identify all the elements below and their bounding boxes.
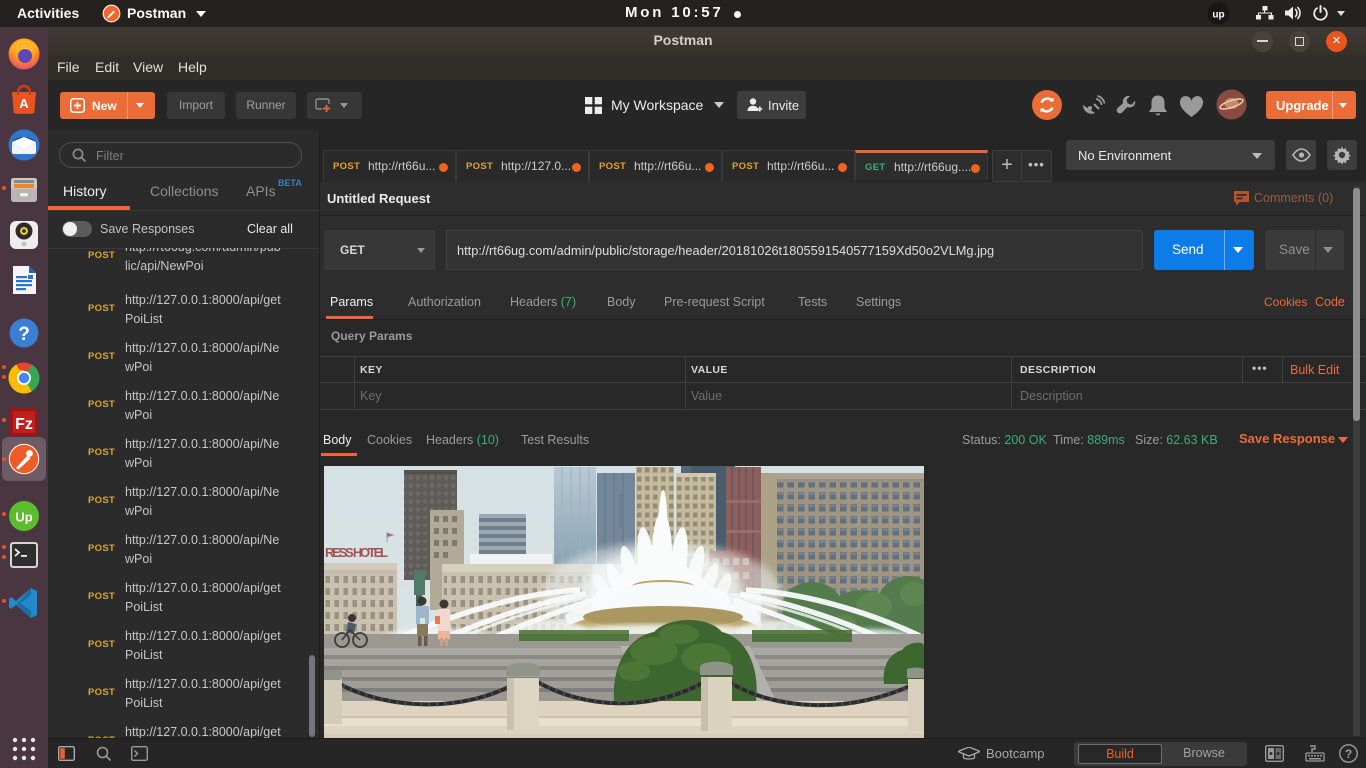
svg-text:up: up (1212, 10, 1224, 21)
svg-text:?: ? (1345, 747, 1352, 761)
svg-text:Up: Up (15, 510, 32, 525)
svg-text:?: ? (18, 324, 30, 345)
svg-text:Fz: Fz (15, 416, 33, 433)
svg-text:A: A (19, 96, 29, 111)
